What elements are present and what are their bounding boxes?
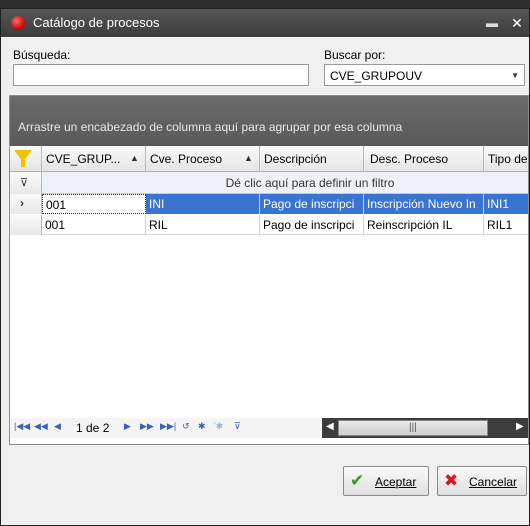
accept-label: Aceptar — [375, 475, 417, 489]
cancel-label: Cancelar — [469, 475, 518, 489]
column-header-desc-proceso[interactable]: Desc. Proceso — [364, 146, 484, 172]
app-icon — [11, 16, 25, 30]
filter-funnel-header[interactable] — [10, 146, 42, 172]
row-indicator: › — [10, 194, 42, 214]
title-bar[interactable]: Catálogo de procesos ▬ ✕ — [1, 9, 529, 37]
search-input[interactable] — [13, 64, 309, 86]
cancel-icon: ✖ — [444, 471, 459, 490]
scroll-left-icon[interactable]: ◀ — [326, 421, 334, 432]
next-record-icon[interactable]: ▶ — [124, 421, 131, 432]
search-by-dropdown[interactable]: CVE_GRUPOUV ▼ — [324, 64, 525, 86]
close-icon[interactable]: ✕ — [509, 15, 525, 31]
funnel-stem — [21, 160, 25, 167]
cell-cve-grupo[interactable]: 001 — [42, 215, 146, 235]
process-catalog-window: Catálogo de procesos ▬ ✕ Búsqueda: Busca… — [0, 8, 530, 526]
table-row[interactable]: › 001 INI Pago de inscripci Inscripción … — [10, 194, 528, 214]
grip-icon: ||| — [409, 422, 417, 433]
column-label: Cve. Proceso — [150, 152, 223, 166]
insert-icon[interactable]: ✱ — [198, 421, 206, 432]
search-label: Búsqueda: — [13, 48, 71, 62]
filter-icon[interactable]: ⊽ — [234, 421, 241, 432]
next-page-icon[interactable]: ▶▶ — [140, 421, 154, 432]
column-header-cve-grupo[interactable]: CVE_GRUP... ▲ — [42, 146, 146, 172]
scroll-right-icon[interactable]: ▶ — [516, 421, 524, 432]
column-label: Descripción — [264, 152, 327, 166]
scroll-thumb[interactable]: ||| — [338, 420, 488, 436]
column-header-tipo[interactable]: Tipo de — [484, 146, 528, 172]
accept-button[interactable]: ✔ Aceptar — [343, 466, 429, 496]
group-by-panel[interactable]: Arrastre un encabezado de columna aquí p… — [10, 96, 528, 146]
search-by-label: Buscar por: — [324, 48, 386, 62]
previous-page-icon[interactable]: ◀◀ — [34, 421, 48, 432]
table-row[interactable]: 001 RIL Pago de inscripci Reinscripción … — [10, 215, 528, 235]
page-indicator: 1 de 2 — [76, 421, 110, 435]
sort-ascending-icon: ▲ — [130, 153, 139, 163]
check-icon: ✔ — [350, 471, 365, 490]
current-row-icon: › — [20, 196, 24, 210]
sort-ascending-icon: ▲ — [244, 153, 253, 163]
column-label: Desc. Proceso — [370, 152, 449, 166]
process-grid: Arrastre un encabezado de columna aquí p… — [9, 95, 529, 445]
cell-cve-grupo[interactable]: 001 — [42, 194, 146, 214]
cell-tipo[interactable]: RIL1 — [484, 215, 528, 235]
cell-cve-proceso[interactable]: RIL — [146, 215, 260, 235]
column-label: CVE_GRUP... — [46, 152, 121, 166]
filter-row-indicator: ⊽ — [10, 172, 42, 194]
first-page-icon[interactable]: |◀◀ — [14, 421, 30, 432]
row-indicator — [10, 215, 42, 235]
group-by-hint: Arrastre un encabezado de columna aquí p… — [18, 120, 403, 134]
cancel-button[interactable]: ✖ Cancelar — [437, 466, 527, 496]
filter-row[interactable]: ⊽ Dé clic aquí para definir un filtro — [10, 172, 528, 194]
column-label: Tipo de — [488, 152, 528, 166]
last-page-icon[interactable]: ▶▶| — [160, 421, 176, 432]
cell-desc-proceso[interactable]: Inscripción Nuevo In — [364, 194, 484, 214]
horizontal-scrollbar[interactable]: ◀ ||| ▶ — [322, 418, 528, 438]
filter-icon: ⊽ — [20, 177, 29, 189]
filter-row-hint: Dé clic aquí para definir un filtro — [225, 176, 395, 190]
cell-tipo[interactable]: INI1 — [484, 194, 528, 214]
search-by-value: CVE_GRUPOUV — [330, 69, 423, 83]
previous-record-icon[interactable]: ◀ — [54, 421, 61, 432]
record-navigator: |◀◀ ◀◀ ◀ 1 de 2 ▶ ▶▶ ▶▶| ↺ ✱ '✱ ⊽ — [10, 418, 320, 438]
column-header-cve-proceso[interactable]: Cve. Proceso ▲ — [146, 146, 260, 172]
append-icon[interactable]: '✱ — [214, 421, 223, 432]
window-title: Catálogo de procesos — [33, 15, 160, 30]
cell-desc-proceso[interactable]: Reinscripción IL — [364, 215, 484, 235]
chevron-down-icon[interactable]: ▼ — [511, 71, 519, 80]
refresh-icon[interactable]: ↺ — [182, 421, 190, 432]
column-header-descripcion[interactable]: Descripción — [260, 146, 364, 172]
cell-cve-proceso[interactable]: INI — [146, 194, 260, 214]
minimize-icon[interactable]: ▬ — [485, 17, 499, 29]
cell-descripcion[interactable]: Pago de inscripci — [260, 215, 364, 235]
cell-descripcion[interactable]: Pago de inscripci — [260, 194, 364, 214]
